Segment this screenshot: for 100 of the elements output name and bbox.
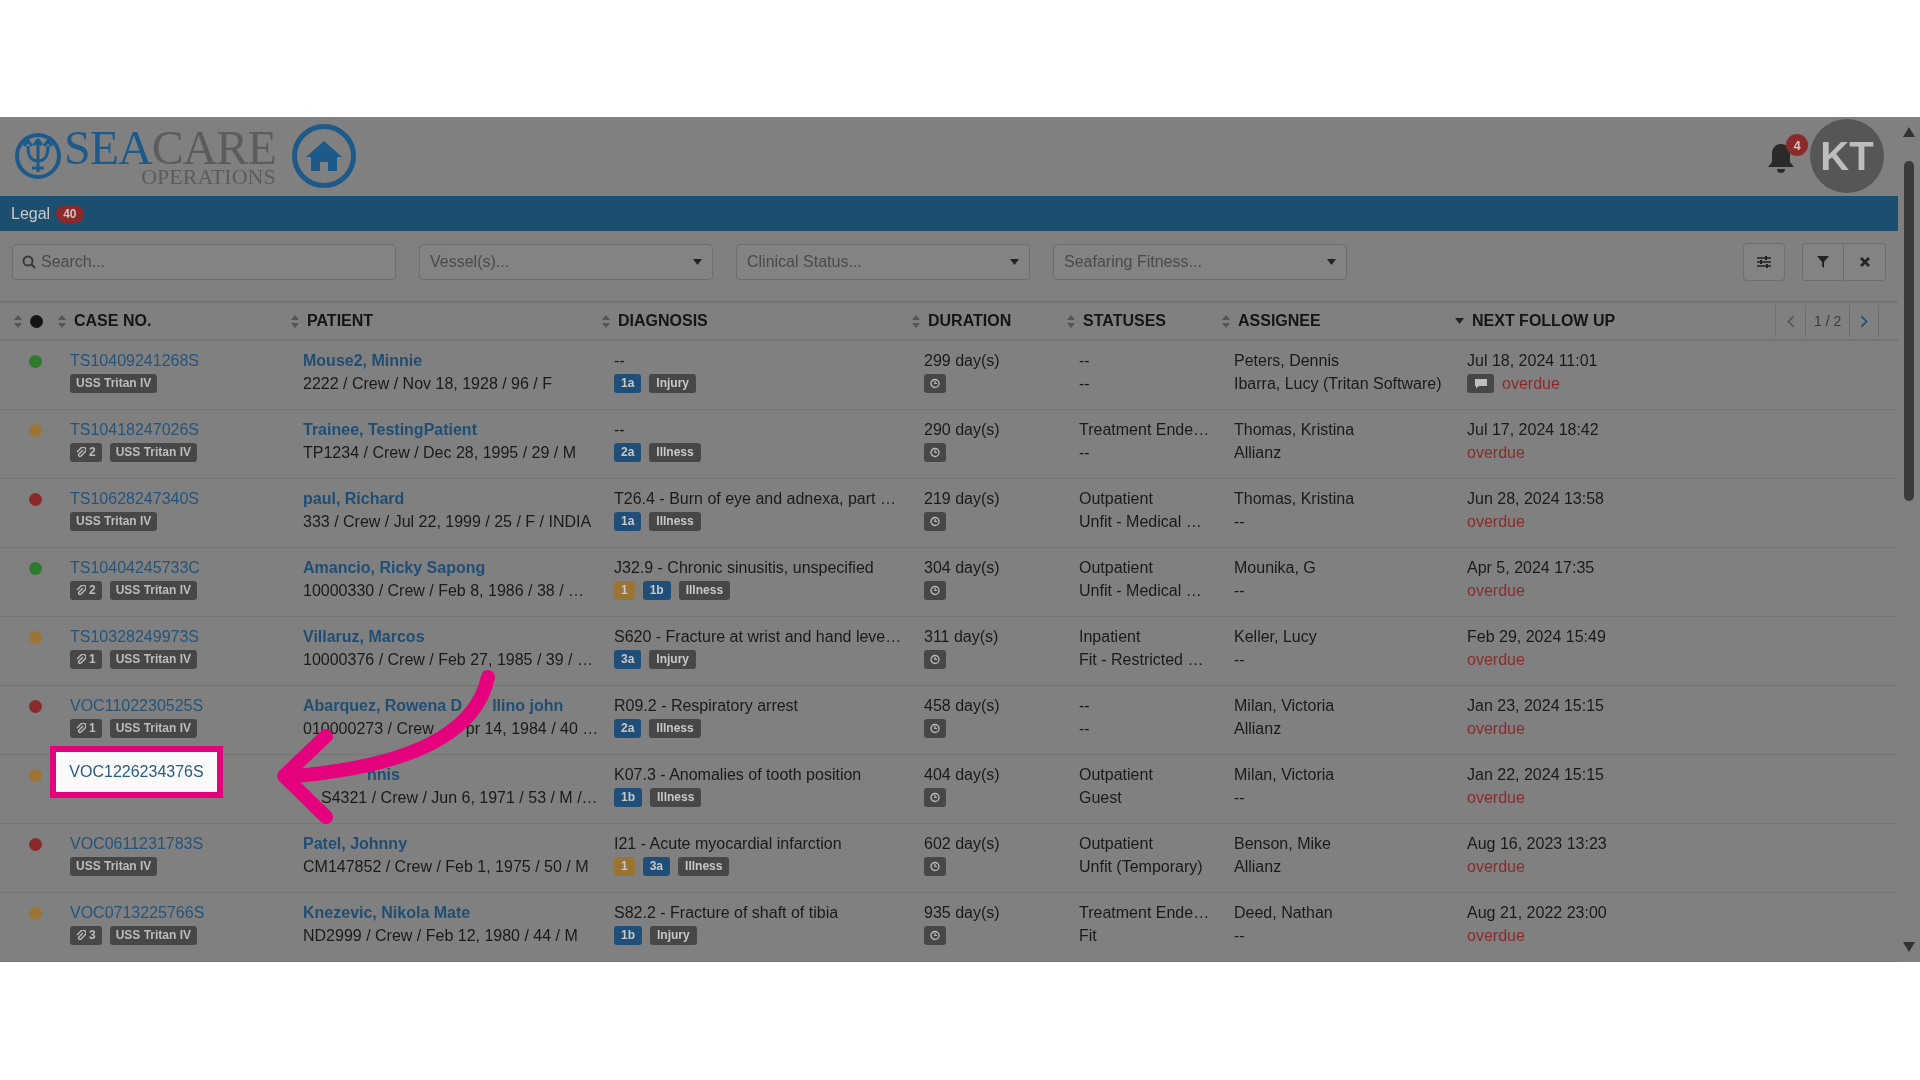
column-header[interactable]: STATUSES bbox=[1083, 312, 1166, 331]
patient-name-link[interactable]: paul, Richard bbox=[303, 489, 405, 508]
overdue-label: overdue bbox=[1467, 512, 1525, 531]
column-header[interactable]: DURATION bbox=[928, 312, 1012, 331]
attachment-tag: 2 bbox=[70, 581, 102, 600]
timer-button[interactable] bbox=[924, 719, 946, 738]
patient-details: CM147852 / Crew / Feb 1, 1975 / 50 / M bbox=[303, 857, 589, 876]
patient-name-link[interactable]: Abarquez, Rowena D bbox=[303, 696, 463, 715]
status-text: Inpatient bbox=[1079, 627, 1142, 646]
chevron-left-icon bbox=[1786, 314, 1795, 328]
timer-button[interactable] bbox=[924, 788, 946, 807]
overdue-label: overdue bbox=[1467, 719, 1525, 738]
attachment-tag: 2 bbox=[70, 443, 102, 462]
diagnosis-tag: Injury bbox=[649, 650, 697, 669]
trident-icon bbox=[14, 132, 62, 181]
diagnosis-tag: Injury bbox=[649, 374, 697, 393]
search-icon bbox=[22, 255, 36, 270]
case-number-link[interactable]: VOC0713225766S bbox=[70, 903, 205, 922]
nav-tab[interactable]: Legal 40 bbox=[11, 204, 84, 223]
user-avatar[interactable]: KT bbox=[1810, 119, 1884, 194]
scroll-down-icon[interactable] bbox=[1903, 942, 1915, 952]
duration-text: 304 day(s) bbox=[924, 558, 1001, 577]
case-number-link[interactable]: TS10409241268S bbox=[70, 351, 199, 370]
patient-name-link[interactable]: Amancio, Ricky Sapong bbox=[303, 558, 486, 577]
diagnosis-tag: Injury bbox=[650, 926, 697, 945]
status-text: Outpatient bbox=[1079, 489, 1154, 508]
clear-button[interactable] bbox=[1844, 243, 1886, 282]
paperclip-icon bbox=[76, 723, 86, 734]
patient-name-link[interactable]: Patel, Johnny bbox=[303, 834, 408, 853]
timer-button[interactable] bbox=[924, 581, 946, 600]
case-number-link[interactable]: TS10418247026S bbox=[70, 420, 199, 439]
patient-name-link[interactable]: Trainee, TestingPatient bbox=[303, 420, 477, 439]
case-number-link[interactable]: TS10328249973S bbox=[70, 627, 199, 646]
case-number-link[interactable]: VOC1102230525S bbox=[70, 696, 204, 715]
patient-details: 333 / Crew / Jul 22, 1999 / 25 / F / INDIA bbox=[303, 512, 592, 531]
assignee-text: Peters, Dennis bbox=[1234, 351, 1340, 370]
patient-details: ND2999 / Crew / Feb 12, 1980 / 44 / M bbox=[303, 926, 578, 945]
vessel-tag: USS Tritan IV bbox=[70, 374, 158, 393]
notification-badge: 4 bbox=[1786, 134, 1808, 157]
status-text: -- bbox=[1079, 719, 1091, 738]
patient-name-link[interactable]: Mouse2, Minnie bbox=[303, 351, 423, 370]
patient-name-link[interactable]: llino john bbox=[492, 696, 564, 715]
sort-desc-icon[interactable] bbox=[1455, 318, 1464, 325]
patient-name-link[interactable]: Villaruz, Marcos bbox=[303, 627, 425, 646]
filter-button[interactable] bbox=[1802, 243, 1844, 282]
attachment-tag: 3 bbox=[70, 926, 102, 945]
status-text: Outpatient bbox=[1079, 558, 1154, 577]
duration-text: 290 day(s) bbox=[924, 420, 1001, 439]
follow-up-date: Jan 23, 2024 15:15 bbox=[1467, 696, 1605, 715]
status-text: Fit bbox=[1079, 926, 1098, 945]
count-badge: 40 bbox=[56, 204, 84, 223]
attachment-tag: 1 bbox=[70, 719, 102, 738]
column-header[interactable]: DIAGNOSIS bbox=[618, 312, 708, 331]
timer-button[interactable] bbox=[924, 857, 946, 876]
status-dot-icon bbox=[30, 314, 43, 328]
attachment-tag: 1 bbox=[70, 650, 102, 669]
timer-button[interactable] bbox=[924, 650, 946, 669]
vessel-tag: USS Tritan IV bbox=[70, 857, 158, 876]
dropdown[interactable]: Seafaring Fitness... bbox=[1053, 244, 1347, 281]
follow-up-date: Aug 16, 2023 13:23 bbox=[1467, 834, 1608, 853]
case-number-link[interactable]: TS10404245733C bbox=[70, 558, 200, 577]
assignee-text: Ibarra, Lucy (Tritan Software) bbox=[1234, 374, 1443, 393]
diagnosis-tag: 3a bbox=[614, 650, 642, 669]
timer-button[interactable] bbox=[924, 926, 946, 945]
assignee-text: Allianz bbox=[1234, 719, 1283, 738]
highlighted-case-number-link[interactable]: VOC1226234376S bbox=[50, 746, 223, 798]
patient-name-link[interactable]: Knezevic, Nikola Mate bbox=[303, 903, 471, 922]
vessel-tag: USS Tritan IV bbox=[109, 719, 198, 738]
timer-button[interactable] bbox=[924, 443, 946, 462]
column-header[interactable]: ASSIGNEE bbox=[1238, 312, 1321, 331]
case-number-link[interactable]: VOC0611231783S bbox=[70, 834, 204, 853]
chevron-right-icon bbox=[1860, 314, 1869, 328]
timer-button[interactable] bbox=[924, 374, 946, 393]
duration-text: 602 day(s) bbox=[924, 834, 1001, 853]
clock-icon bbox=[930, 930, 940, 941]
diagnosis-tag: 1b bbox=[614, 788, 642, 807]
column-header[interactable]: PATIENT bbox=[307, 312, 374, 331]
diagnosis-tag: Illness bbox=[678, 581, 731, 600]
dropdown[interactable]: Clinical Status... bbox=[736, 244, 1030, 281]
case-number-link[interactable]: TS10628247340S bbox=[70, 489, 199, 508]
search-field[interactable]: Search... bbox=[12, 244, 396, 281]
scroll-up-icon[interactable] bbox=[1903, 127, 1915, 137]
diagnosis-tag: Illness bbox=[649, 719, 701, 738]
caret-icon bbox=[693, 259, 702, 266]
overdue-label: overdue bbox=[1467, 443, 1525, 462]
duration-text: 311 day(s) bbox=[924, 627, 1000, 646]
vessel-tag: USS Tritan IV bbox=[109, 926, 198, 945]
column-header[interactable]: NEXT FOLLOW UP bbox=[1472, 312, 1616, 331]
assignee-text: Milan, Victoria bbox=[1234, 696, 1336, 715]
comment-button[interactable] bbox=[1467, 374, 1494, 393]
clock-icon bbox=[930, 516, 940, 527]
follow-up-date: Jan 22, 2024 15:15 bbox=[1467, 765, 1605, 784]
column-header[interactable]: CASE NO. bbox=[74, 312, 152, 331]
patient-name-link[interactable]: nnis bbox=[367, 765, 400, 784]
settings-button[interactable] bbox=[1743, 243, 1785, 282]
dropdown[interactable]: Vessel(s)... bbox=[419, 244, 713, 281]
scrollbar-thumb[interactable] bbox=[1904, 161, 1914, 501]
speech-bubble-icon bbox=[1473, 378, 1488, 389]
timer-button[interactable] bbox=[924, 512, 946, 531]
diagnosis-tag: 1 bbox=[614, 857, 635, 876]
